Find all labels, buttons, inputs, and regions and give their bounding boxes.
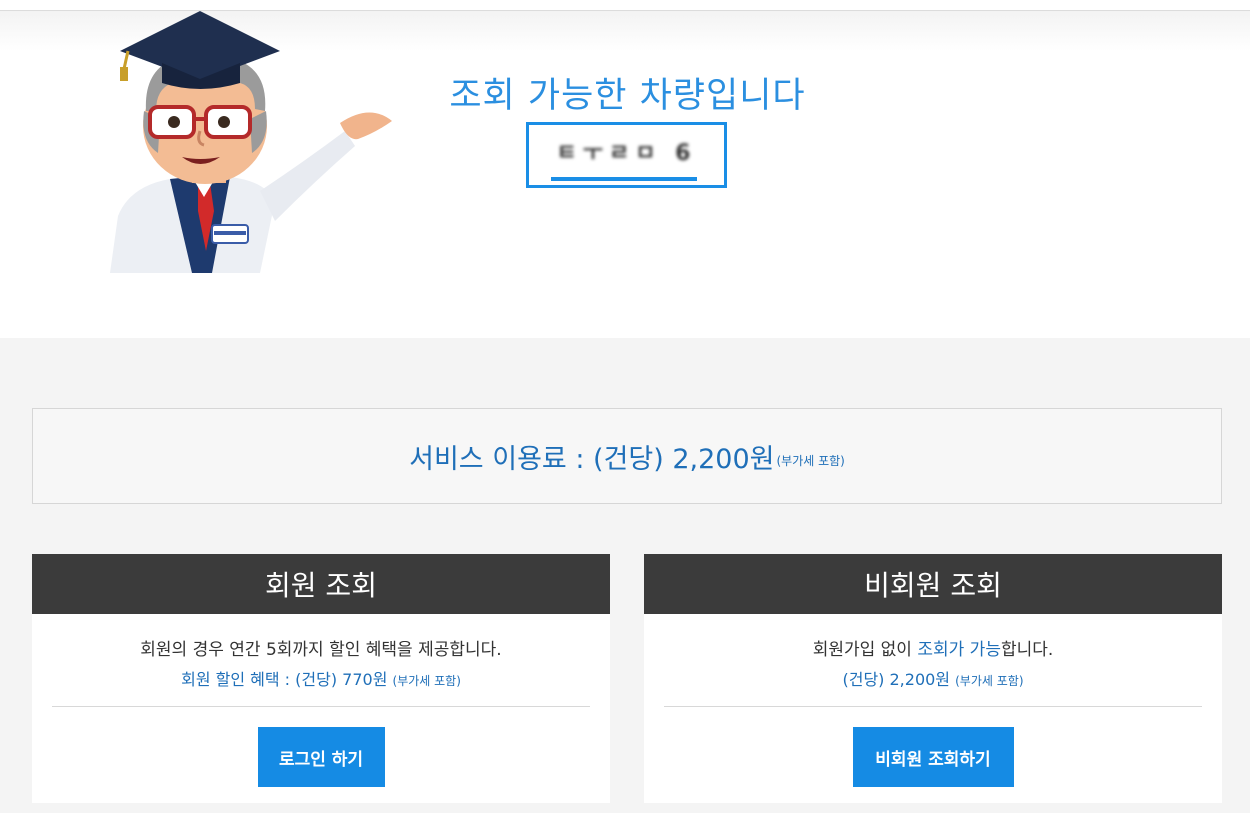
guest-card-price: (건당) 2,200원 (부가세 포함) [644, 666, 1222, 690]
guest-card-title: 비회원 조회 [644, 554, 1222, 614]
guest-desc-part3: 합니다. [1000, 640, 1054, 660]
guest-price-text: (건당) 2,200원 [842, 670, 951, 689]
guest-price-vat-note: (부가세 포함) [955, 674, 1024, 688]
guest-card-divider [664, 706, 1202, 707]
member-card-description: 회원의 경우 연간 5회까지 할인 혜택을 제공합니다. [140, 640, 502, 660]
service-fee-vat-note: (부가세 포함) [776, 453, 845, 468]
member-card-divider [52, 706, 590, 707]
service-fee-text: 서비스 이용료 : (건당) 2,200원 [409, 443, 775, 475]
login-button[interactable]: 로그인 하기 [257, 727, 385, 787]
license-plate-box: ㅌㅜㄹㅁ 6 [526, 122, 727, 188]
guest-desc-part1: 회원가입 없이 [812, 640, 918, 660]
guest-card-description: 회원가입 없이 조회가 가능합니다. [644, 635, 1222, 660]
guest-desc-highlight: 조회가 가능 [917, 640, 1001, 660]
member-card-title: 회원 조회 [32, 554, 610, 614]
guest-inquiry-button[interactable]: 비회원 조회하기 [852, 727, 1014, 787]
hero-title: 조회 가능한 차량입니다 [449, 76, 806, 116]
member-price-vat-note: (부가세 포함) [392, 674, 461, 688]
plate-underline [551, 177, 697, 181]
service-fee-banner: 서비스 이용료 : (건당) 2,200원 (부가세 포함) [32, 408, 1222, 504]
member-inquiry-card: 회원 조회 회원의 경우 연간 5회까지 할인 혜택을 제공합니다. 회원 할인… [32, 554, 610, 803]
professor-mascot-icon [110, 11, 392, 273]
member-price-text: 회원 할인 혜택 : (건당) 770원 [181, 670, 388, 689]
top-border [0, 0, 1250, 11]
guest-inquiry-card: 비회원 조회 회원가입 없이 조회가 가능합니다. (건당) 2,200원 (부… [644, 554, 1222, 803]
license-plate-number: ㅌㅜㄹㅁ 6 [556, 141, 697, 166]
member-card-price: 회원 할인 혜택 : (건당) 770원 (부가세 포함) [32, 666, 610, 690]
result-hero: 조회 가능한 차량입니다 ㅌㅜㄹㅁ 6 [0, 11, 1250, 338]
